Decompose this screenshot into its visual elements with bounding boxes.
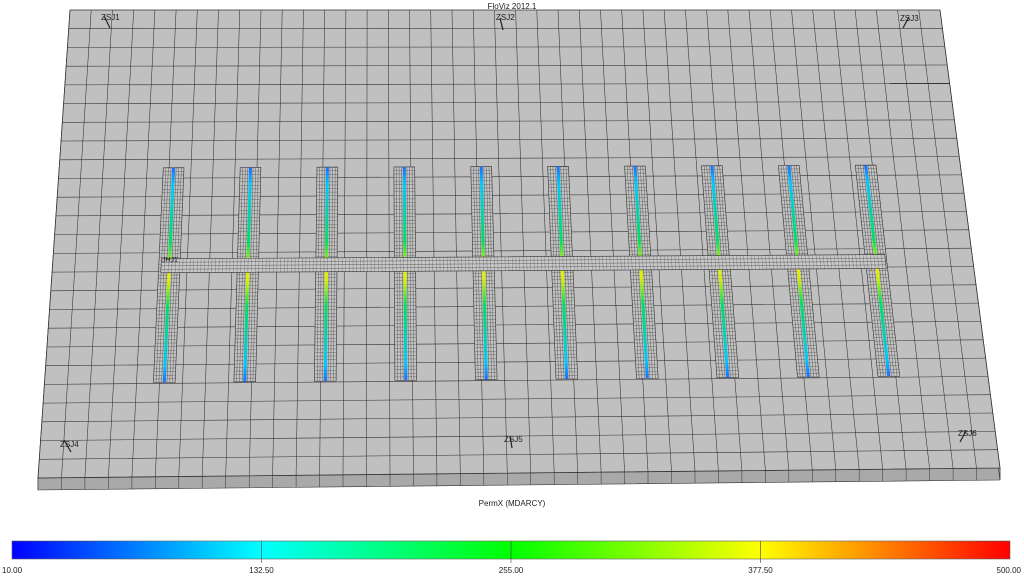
fracture-permeability-band <box>404 167 406 381</box>
fracture-permeability-band <box>325 167 327 381</box>
well-label: ZSJ6 <box>958 429 977 438</box>
well-label: ZSJ3 <box>900 14 919 23</box>
well-label: ZSJ2 <box>496 13 515 22</box>
well-label: ZSJ4 <box>60 440 79 449</box>
app-title: FloViz 2012.1 <box>488 2 537 11</box>
grid-top-face <box>38 10 1000 478</box>
well-label: ZSJ5 <box>504 435 523 444</box>
well-marker-horizontal[interactable]: JHJ1 <box>162 257 178 264</box>
well-label: ZSJ1 <box>101 13 120 22</box>
colorbar-max-label: 500.00 <box>997 566 1022 575</box>
simulation-viewport[interactable]: FloViz 2012.1 ZSJ1 ZSJ2 ZSJ3 ZSJ4 ZSJ5 Z… <box>0 0 1024 577</box>
reservoir-grid-view[interactable]: FloViz 2012.1 ZSJ1 ZSJ2 ZSJ3 ZSJ4 ZSJ5 Z… <box>0 0 1024 577</box>
colorbar-min-label: 10.00 <box>2 566 23 575</box>
colorbar-tick-label: 255.00 <box>499 566 524 575</box>
well-label: JHJ1 <box>162 257 178 264</box>
property-label: PermX (MDARCY) <box>479 499 546 508</box>
colorbar-tick-label: 132.50 <box>249 566 274 575</box>
colorbar-tick-label: 377.50 <box>748 566 773 575</box>
